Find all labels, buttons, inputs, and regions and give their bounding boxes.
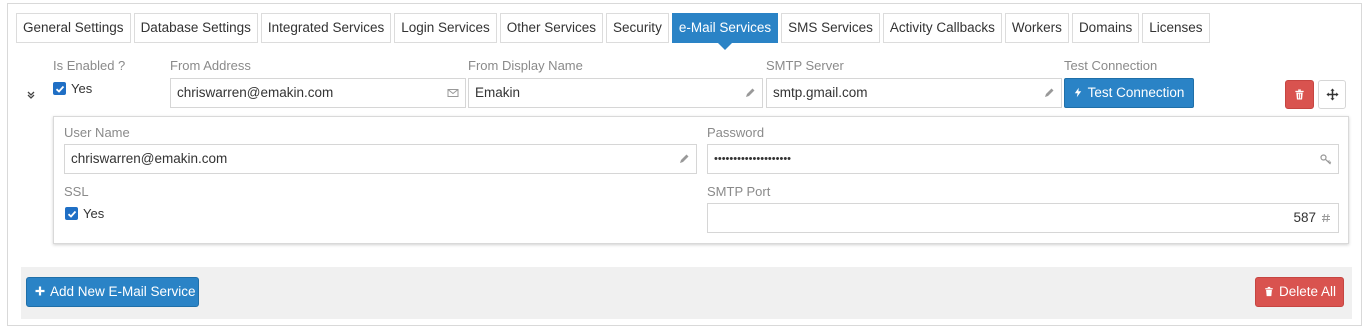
password-field[interactable]: •••••••••••••••••••• [707, 144, 1339, 174]
smtp-server-field[interactable]: smtp.gmail.com [766, 78, 1062, 108]
from-display-name-field[interactable]: Emakin [468, 78, 763, 108]
smtp-port-value: 587 [1293, 210, 1316, 225]
delete-all-button[interactable]: Delete All [1255, 277, 1344, 307]
tab-activity-callbacks[interactable]: Activity Callbacks [882, 13, 1002, 43]
tab-workers[interactable]: Workers [1004, 13, 1069, 43]
checkbox-checked-icon [55, 85, 64, 93]
pencil-icon [680, 154, 689, 163]
user-name-label: User Name [64, 125, 130, 140]
delete-service-button[interactable] [1285, 80, 1314, 109]
smtp-port-label: SMTP Port [707, 184, 771, 199]
password-label: Password [707, 125, 765, 140]
pencil-icon [746, 88, 755, 97]
tab-general-settings[interactable]: General Settings [16, 13, 131, 43]
tab-licenses[interactable]: Licenses [1142, 13, 1210, 43]
tab-security[interactable]: Security [606, 13, 669, 43]
plus-icon [35, 286, 45, 296]
footer-toolbar: Add New E-Mail Service Delete All [21, 267, 1352, 319]
from-display-name-value: Emakin [475, 85, 521, 100]
is-enabled-label: Is Enabled ? [53, 58, 126, 73]
service-details-panel: User Name chriswarren@emakin.com Passwor… [53, 116, 1349, 244]
trash-icon [1265, 286, 1273, 297]
checkbox-checked-icon [67, 210, 76, 218]
tab-email-services[interactable]: e-Mail Services [671, 13, 779, 50]
is-enabled-checkbox[interactable] [53, 82, 66, 95]
from-address-label: From Address [170, 58, 251, 73]
tab-database-settings[interactable]: Database Settings [133, 13, 258, 43]
tab-login-services[interactable]: Login Services [394, 13, 497, 43]
ssl-label: SSL [64, 184, 89, 199]
user-name-value: chriswarren@emakin.com [71, 151, 228, 166]
tab-other-services[interactable]: Other Services [499, 13, 604, 43]
ssl-value: Yes [83, 206, 105, 221]
tab-sms-services[interactable]: SMS Services [781, 13, 880, 43]
double-chevron-down-icon[interactable] [24, 88, 38, 102]
add-email-service-button[interactable]: Add New E-Mail Service [26, 277, 199, 307]
user-name-field[interactable]: chriswarren@emakin.com [64, 144, 697, 174]
tab-integrated-services[interactable]: Integrated Services [260, 13, 392, 43]
trash-icon [1295, 89, 1304, 100]
bolt-icon [1074, 87, 1081, 98]
smtp-server-label: SMTP Server [766, 58, 844, 73]
move-service-button[interactable] [1318, 80, 1346, 109]
from-display-name-label: From Display Name [468, 58, 583, 73]
smtp-server-value: smtp.gmail.com [773, 85, 868, 100]
hash-icon [1322, 213, 1330, 223]
tab-domains[interactable]: Domains [1071, 13, 1140, 43]
from-address-field[interactable]: chriswarren@emakin.com [170, 78, 466, 108]
test-connection-button[interactable]: Test Connection [1064, 78, 1194, 108]
envelope-icon [447, 89, 459, 97]
smtp-port-field[interactable]: 587 [707, 203, 1339, 233]
pencil-icon [1045, 88, 1054, 97]
key-icon [1320, 154, 1332, 165]
move-arrows-icon [1325, 88, 1339, 101]
ssl-checkbox[interactable] [65, 207, 78, 220]
is-enabled-value: Yes [71, 81, 93, 96]
settings-tabs: General Settings Database Settings Integ… [16, 13, 1213, 50]
from-address-value: chriswarren@emakin.com [177, 85, 334, 100]
test-connection-label: Test Connection [1064, 58, 1158, 73]
password-value: •••••••••••••••••••• [714, 153, 792, 165]
